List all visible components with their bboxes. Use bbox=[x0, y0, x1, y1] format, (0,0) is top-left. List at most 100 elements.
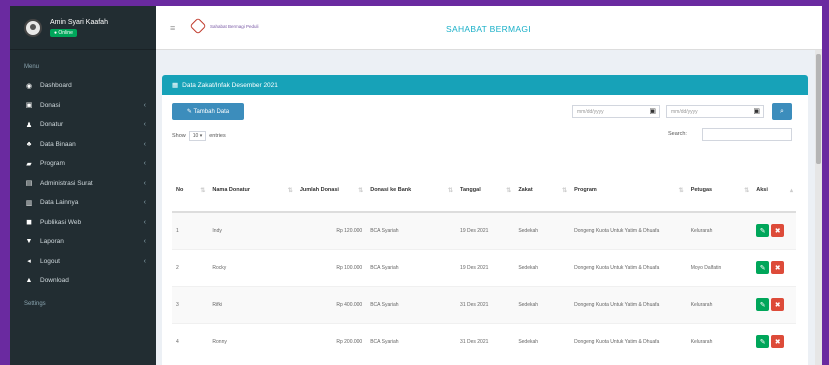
table-cell: 19 Des 2021 bbox=[456, 248, 515, 286]
sidebar-item-donasi[interactable]: ▣ Donasi ‹ bbox=[10, 96, 156, 116]
data-lainnya-icon: ▥ bbox=[25, 199, 33, 207]
avatar[interactable] bbox=[24, 18, 42, 37]
sort-icon[interactable]: ⇅ bbox=[506, 187, 511, 194]
menu-header: Menu bbox=[24, 64, 40, 70]
column-header[interactable]: Petugas ⇅ bbox=[686, 169, 753, 213]
entries-value: 10 bbox=[192, 133, 199, 139]
delete-icon[interactable]: ✖ bbox=[771, 335, 785, 349]
table-cell: BCA Syariah bbox=[366, 211, 457, 249]
column-header[interactable]: Aksi ▴ bbox=[752, 169, 796, 213]
sort-icon[interactable]: ⇅ bbox=[200, 187, 205, 194]
chevron-left-icon: ‹ bbox=[143, 199, 146, 207]
sidebar-item-label: Publikasi Web bbox=[40, 218, 82, 226]
page-scrollbar[interactable] bbox=[815, 50, 822, 365]
chevron-left-icon: ‹ bbox=[143, 238, 146, 246]
column-header[interactable]: Jumlah Donasi ⇅ bbox=[295, 169, 367, 213]
column-header-label: Tanggal bbox=[460, 187, 481, 193]
logo[interactable]: Sahabat Bermagi Peduli bbox=[189, 17, 272, 35]
card-title: Data Zakat/Infak Desember 2021 bbox=[182, 81, 278, 89]
sidebar-item-dashboard[interactable]: ◉ Dashboard bbox=[10, 76, 156, 96]
sidebar-item-laporan[interactable]: ▼ Laporan ‹ bbox=[10, 232, 156, 252]
column-header-label: Zakat bbox=[518, 187, 533, 193]
chevron-left-icon: ‹ bbox=[143, 140, 146, 148]
table-row: 3 Rifki Rp 400.000 BCA Syariah 31 Des 2021 Se… bbox=[172, 285, 796, 323]
sidebar-item-label: Dashboard bbox=[40, 82, 72, 90]
edit-icon[interactable]: ✎ bbox=[756, 298, 770, 311]
column-header[interactable]: Program ⇅ bbox=[570, 169, 687, 213]
delete-icon[interactable]: ✖ bbox=[771, 261, 785, 274]
edit-icon[interactable]: ✎ bbox=[756, 261, 770, 274]
sidebar-item-program[interactable]: ▰ Program ‹ bbox=[10, 154, 156, 174]
administrasi-icon: ▤ bbox=[25, 180, 33, 188]
column-header-label: Donasi ke Bank bbox=[370, 187, 412, 193]
publikasi-icon: ◼ bbox=[26, 219, 32, 227]
sort-icon[interactable]: ⇅ bbox=[679, 187, 684, 194]
sidebar-item-data-binaan[interactable]: ♣ Data Binaan ‹ bbox=[10, 135, 156, 155]
table-cell: Rp 400.000 bbox=[295, 285, 367, 323]
search-button[interactable]: ⌕ bbox=[772, 103, 792, 120]
sort-icon[interactable]: ⇅ bbox=[448, 187, 453, 194]
column-header-label: Program bbox=[574, 187, 597, 193]
sort-icon[interactable]: ⇅ bbox=[744, 187, 749, 194]
table-cell: 2 bbox=[172, 248, 209, 286]
sidebar-menu: ◉ Dashboard ▣ Donasi ‹ ♟ Donatur ‹ ♣ Data Binaan ‹… bbox=[10, 76, 156, 291]
start-date-input[interactable]: mm/dd/yyyy ▣ bbox=[572, 105, 660, 118]
entries-select[interactable]: 10 ▾ bbox=[188, 131, 207, 141]
sidebar-item-label: Download bbox=[40, 277, 69, 285]
table-row: 4 Ronny Rp 200.000 BCA Syariah 31 Des 2021 Se… bbox=[172, 322, 796, 360]
sidebar-item-data-lainnya[interactable]: ▥ Data Lainnya ‹ bbox=[10, 193, 156, 213]
column-header[interactable]: Donasi ke Bank ⇅ bbox=[366, 169, 457, 213]
table-row: 2 Rocky Rp 100.000 BCA Syariah 19 Des 2021 Se… bbox=[172, 248, 796, 286]
column-header-label: No bbox=[176, 187, 184, 193]
column-header[interactable]: Tanggal ⇅ bbox=[456, 169, 515, 213]
table-cell: Kelurarah bbox=[686, 322, 753, 360]
table-cell: Rp 120.000 bbox=[295, 211, 367, 249]
delete-icon[interactable]: ✖ bbox=[771, 298, 785, 311]
sort-icon[interactable]: ▴ bbox=[790, 187, 793, 194]
actions-cell: ✎ ✖ bbox=[752, 248, 796, 286]
table-cell: Rifki bbox=[208, 285, 296, 323]
table-cell: 19 Des 2021 bbox=[456, 211, 515, 249]
card-header: ▦ Data Zakat/Infak Desember 2021 bbox=[162, 75, 808, 95]
column-header-label: Jumlah Donasi bbox=[299, 187, 339, 193]
actions-cell: ✎ ✖ bbox=[752, 322, 796, 360]
sort-icon[interactable]: ⇅ bbox=[562, 187, 567, 194]
edit-icon[interactable]: ✎ bbox=[756, 335, 770, 349]
sidebar-item-label: Donatur bbox=[40, 121, 64, 129]
add-data-button[interactable]: ✎ Tambah Data bbox=[172, 103, 244, 120]
menu-toggle-icon[interactable]: ≡ bbox=[170, 23, 175, 33]
sidebar-item-administrasi-surat[interactable]: ▤ Administrasi Surat ‹ bbox=[10, 174, 156, 194]
calendar-icon[interactable]: ▣ bbox=[649, 107, 656, 115]
table-icon: ▦ bbox=[172, 82, 179, 89]
end-date-input[interactable]: mm/dd/yyyy ▣ bbox=[666, 105, 764, 118]
online-badge: ● Online bbox=[50, 28, 77, 37]
column-header-label: Aksi bbox=[756, 187, 768, 193]
column-header[interactable]: Nama Donatur ⇅ bbox=[208, 169, 296, 213]
user-info: Amin Syari Kaafah ● Online bbox=[50, 19, 108, 37]
edit-icon[interactable]: ✎ bbox=[756, 224, 770, 238]
sidebar-item-donatur[interactable]: ♟ Donatur ‹ bbox=[10, 115, 156, 135]
sort-icon[interactable]: ⇅ bbox=[288, 187, 293, 194]
table-cell: 4 bbox=[172, 322, 209, 360]
sidebar-item-logout[interactable]: ◂ Logout ‹ bbox=[10, 252, 156, 272]
column-header[interactable]: No ⇅ bbox=[172, 169, 209, 213]
sort-icon[interactable]: ⇅ bbox=[358, 187, 363, 194]
table-cell: Sedekah bbox=[514, 211, 571, 249]
logo-text: Sahabat Bermagi Peduli bbox=[210, 23, 259, 29]
search-input[interactable] bbox=[702, 128, 792, 141]
table-cell: BCA Syariah bbox=[366, 285, 457, 323]
calendar-icon[interactable]: ▣ bbox=[753, 107, 760, 115]
sidebar-item-publikasi-web[interactable]: ◼ Publikasi Web ‹ bbox=[10, 213, 156, 233]
sidebar-item-label: Data Lainnya bbox=[40, 199, 79, 207]
delete-icon[interactable]: ✖ bbox=[771, 224, 785, 238]
table-cell: Rocky bbox=[208, 248, 296, 286]
table-cell: Dongeng Kuota Untuk Yatim & Dhuafa bbox=[570, 211, 687, 249]
sidebar-item-label: Data Binaan bbox=[40, 140, 76, 148]
sidebar-item-download[interactable]: ▲ Download bbox=[10, 271, 156, 291]
table-cell: Moyo Dalfatin bbox=[686, 248, 753, 286]
table-cell: 31 Des 2021 bbox=[456, 285, 515, 323]
column-header[interactable]: Zakat ⇅ bbox=[514, 169, 571, 213]
table-cell: 31 Des 2021 bbox=[456, 322, 515, 360]
sidebar-item-label: Program bbox=[40, 160, 65, 168]
scrollbar-thumb[interactable] bbox=[816, 54, 821, 164]
